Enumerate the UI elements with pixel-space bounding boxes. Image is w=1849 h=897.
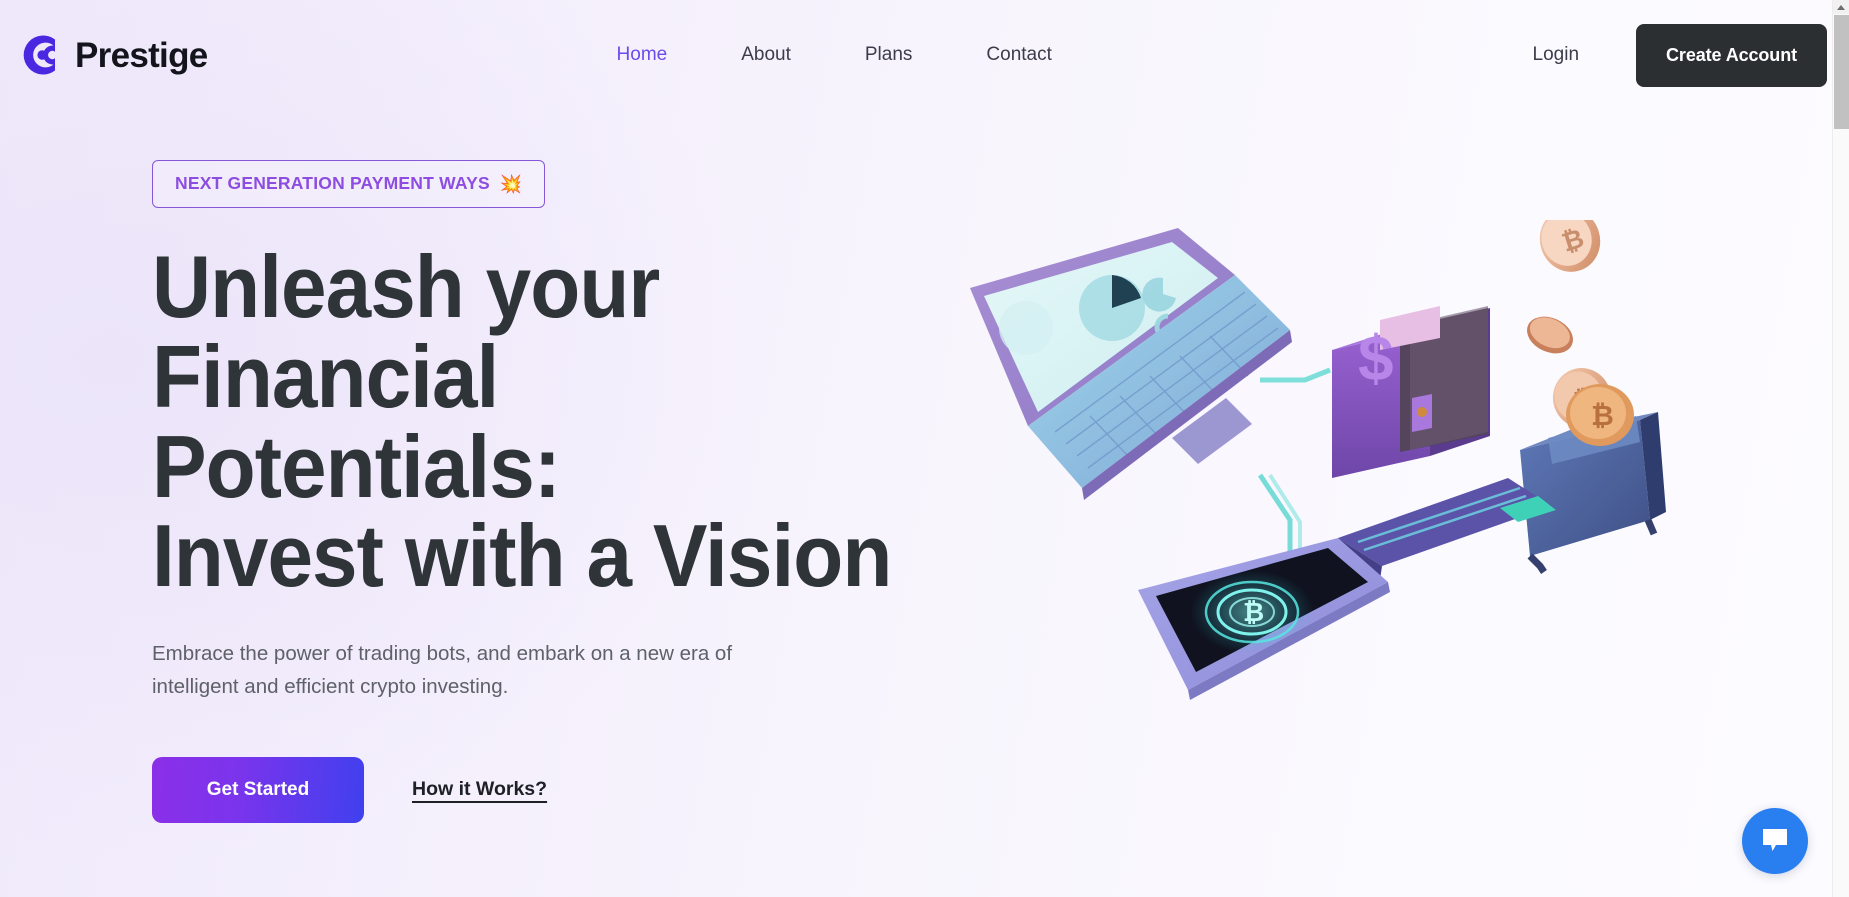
smartphone-icon: ₿ <box>1138 538 1390 700</box>
get-started-button[interactable]: Get Started <box>152 756 364 823</box>
hero-badge: NEXT GENERATION PAYMENT WAYS 💥 <box>152 160 546 208</box>
cash-register-icon: ₿ <box>1520 384 1666 574</box>
chat-bubble-icon <box>1763 829 1787 851</box>
nav-item-plans[interactable]: Plans <box>865 36 913 74</box>
hero-content: NEXT GENERATION PAYMENT WAYS 💥 Unleash y… <box>0 110 1000 823</box>
scrollbar-thumb[interactable] <box>1834 15 1849 129</box>
svg-text:₿: ₿ <box>1591 400 1614 431</box>
hero-cta-row: Get Started How it Works? <box>152 756 1000 823</box>
laptop-icon <box>970 228 1292 500</box>
nav-item-about[interactable]: About <box>741 36 791 74</box>
page-root: Prestige Home About Plans Contact Login … <box>0 0 1849 897</box>
nav-item-contact[interactable]: Contact <box>986 36 1051 74</box>
prestige-circle-logo-icon <box>23 35 55 75</box>
wallet-icon: $ <box>1332 306 1490 478</box>
header-actions: Login Create Account <box>1533 23 1827 87</box>
chat-widget-button[interactable] <box>1742 808 1808 874</box>
hero-headline: Unleash your Financial Potentials: Inves… <box>152 237 892 606</box>
connector-cables-icon <box>1257 367 1331 565</box>
hero-illustration-wrap: $ ₿ ₿ ₿ <box>960 220 1680 760</box>
hero-section: NEXT GENERATION PAYMENT WAYS 💥 Unleash y… <box>0 110 1849 823</box>
hero-badge-label: NEXT GENERATION PAYMENT WAYS <box>175 173 490 193</box>
dollar-sign-icon: $ <box>1358 322 1394 394</box>
scrollbar-arrow-up-icon[interactable] <box>1833 0 1849 14</box>
svg-text:₿: ₿ <box>1243 597 1264 627</box>
register-bitcoin-coin-icon: ₿ <box>1566 384 1634 446</box>
site-header: Prestige Home About Plans Contact Login … <box>0 0 1849 110</box>
crypto-payment-3d-illustration-icon: $ ₿ ₿ ₿ <box>970 220 1666 700</box>
collision-emoji-icon: 💥 <box>499 173 523 194</box>
login-link[interactable]: Login <box>1533 44 1580 66</box>
hero-subheadline: Embrace the power of trading bots, and e… <box>152 642 733 698</box>
svg-text:$: $ <box>1358 322 1394 394</box>
payment-card-icon <box>1336 478 1556 580</box>
brand-name: Prestige <box>75 35 208 75</box>
brand-logo-group[interactable]: Prestige <box>14 31 208 79</box>
page-scrollbar[interactable] <box>1832 0 1849 897</box>
create-account-button[interactable]: Create Account <box>1636 23 1827 87</box>
how-it-works-link[interactable]: How it Works? <box>412 778 547 801</box>
main-nav: Home About Plans Contact <box>617 36 1052 74</box>
nav-item-home[interactable]: Home <box>617 36 668 74</box>
